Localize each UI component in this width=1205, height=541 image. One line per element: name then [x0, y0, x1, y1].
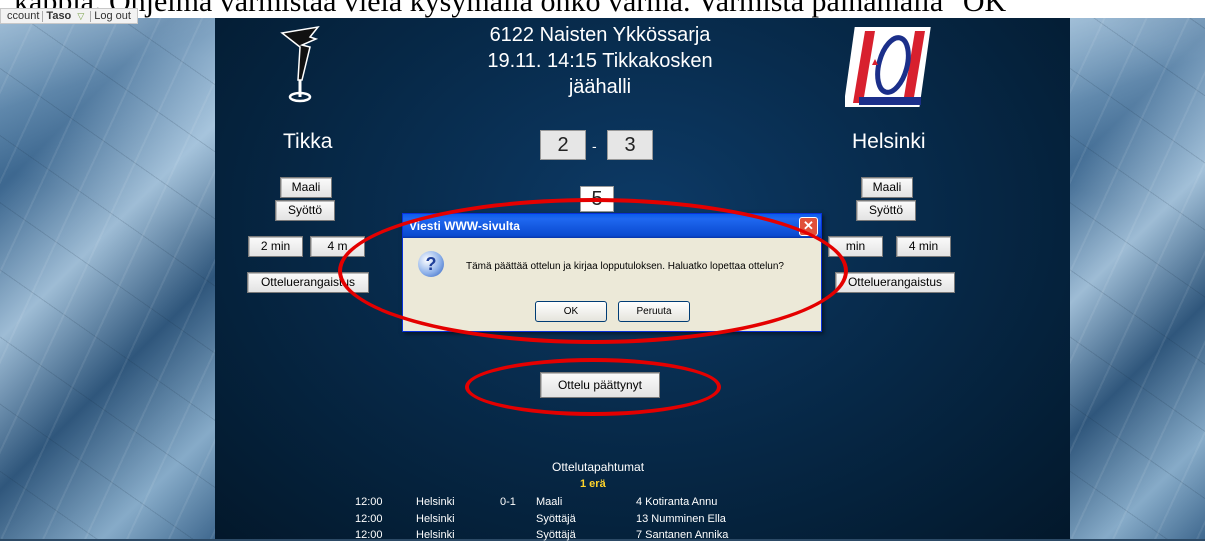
- match-title: 6122 Naisten Ykkössarja 19.11. 14:15 Tik…: [440, 22, 760, 100]
- home-goal-button[interactable]: Maali: [280, 177, 332, 198]
- home-2min-button[interactable]: 2 min: [248, 236, 303, 257]
- top-toolbar: ccount Taso ▽ Log out: [0, 8, 138, 24]
- instruction-caption: kappia. Ohjelma varmistaa vielä kysymäll…: [0, 0, 1205, 18]
- helsinki-team-logo: [845, 27, 931, 107]
- event-team: Helsinki: [416, 529, 455, 541]
- period-label: 1 erä: [580, 478, 606, 490]
- annotation-ring-end-button: [465, 358, 721, 416]
- event-time: 12:00: [355, 513, 383, 525]
- ice-background-right: [1070, 0, 1205, 539]
- away-assist-button[interactable]: Syöttö: [856, 200, 916, 221]
- title-line-2: 19.11. 14:15 Tikkakosken: [487, 50, 713, 72]
- annotation-ring-dialog: [338, 198, 848, 344]
- event-time: 12:00: [355, 529, 383, 541]
- event-team: Helsinki: [416, 513, 455, 525]
- tikka-team-logo: [280, 25, 320, 103]
- home-team-name: Tikka: [283, 130, 333, 153]
- title-line-1: 6122 Naisten Ykkössarja: [489, 24, 711, 46]
- taso-label: Taso: [46, 10, 72, 22]
- away-goal-button[interactable]: Maali: [861, 177, 913, 198]
- event-player: 13 Numminen Ella: [636, 513, 726, 525]
- event-player: 4 Kotiranta Annu: [636, 496, 718, 508]
- home-assist-button[interactable]: Syöttö: [275, 200, 335, 221]
- event-type: Syöttäjä: [536, 513, 576, 525]
- away-4min-button[interactable]: 4 min: [896, 236, 951, 257]
- ice-background-left: [0, 0, 215, 539]
- away-match-penalty-button[interactable]: Otteluerangaistus: [835, 272, 955, 293]
- events-heading: Ottelutapahtumat: [552, 460, 645, 474]
- event-type: Syöttäjä: [536, 529, 576, 541]
- event-player: 7 Santanen Annika: [636, 529, 729, 541]
- logout-link[interactable]: Log out: [91, 10, 134, 22]
- event-team: Helsinki: [416, 496, 455, 508]
- score-separator: -: [592, 138, 597, 154]
- away-team-name: Helsinki: [852, 130, 926, 153]
- dropdown-arrow-icon: ▽: [77, 11, 85, 21]
- title-line-3: jäähalli: [568, 76, 632, 98]
- account-link[interactable]: ccount: [4, 10, 42, 22]
- event-score: 0-1: [500, 496, 516, 508]
- away-score-box: 3: [607, 130, 653, 160]
- event-type: Maali: [536, 496, 563, 508]
- taso-menu[interactable]: Taso ▽: [43, 10, 90, 22]
- home-score-box: 2: [540, 130, 586, 160]
- event-time: 12:00: [355, 496, 383, 508]
